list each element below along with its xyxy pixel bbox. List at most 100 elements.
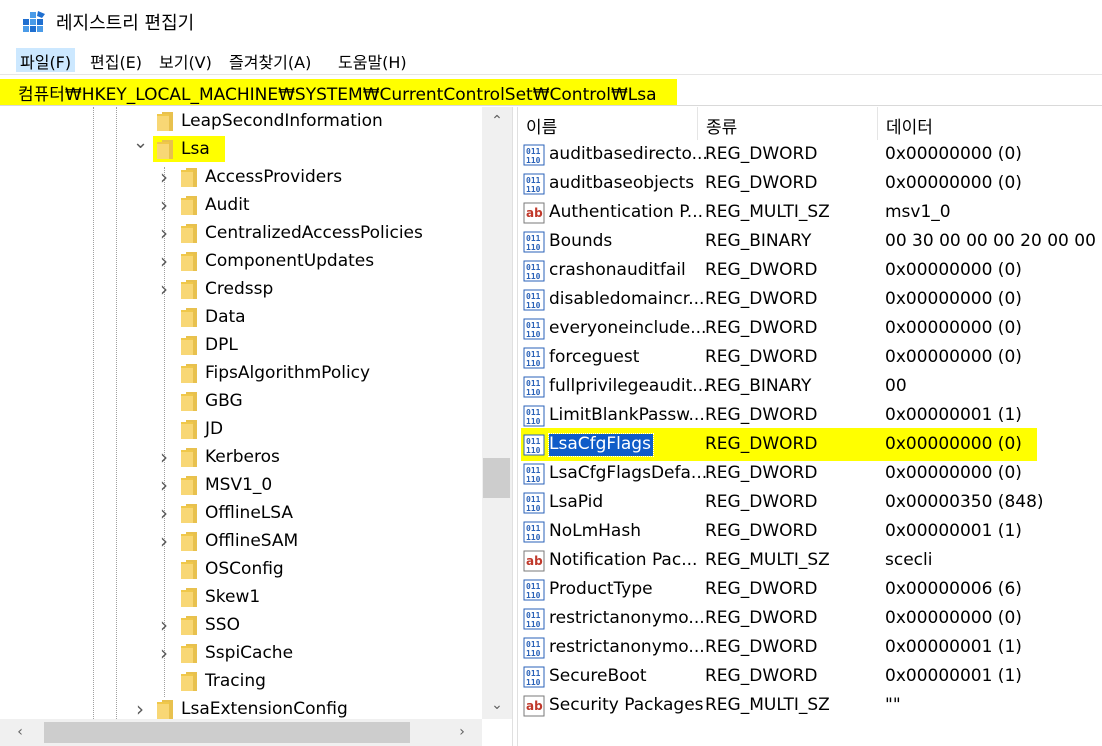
value-data: msv1_0: [885, 202, 951, 222]
scroll-up-icon[interactable]: ⌃: [482, 110, 512, 132]
value-row[interactable]: 011 110 auditbaseobjects REG_DWORD 0x0000000…: [518, 169, 1102, 198]
scroll-right-icon[interactable]: ›: [452, 721, 472, 743]
binary-value-icon: 011110: [523, 637, 545, 659]
scroll-down-icon[interactable]: ⌄: [482, 694, 512, 716]
menu-help[interactable]: 도움말(H): [334, 48, 411, 72]
chevron-right-icon[interactable]: ›: [157, 643, 171, 663]
value-row[interactable]: 011 110 SecureBoot REG_DWORD 0x00000001 (1): [518, 662, 1102, 691]
chevron-right-icon[interactable]: ›: [157, 279, 171, 299]
value-row[interactable]: 011 110 ProductType REG_DWORD 0x00000006 (6): [518, 575, 1102, 604]
value-data: 0x00000350 (848): [885, 492, 1044, 512]
tree-item[interactable]: › ComponentUpdates: [0, 248, 482, 276]
value-row[interactable]: 011 110 restrictanonymo... REG_DWORD 0x00000…: [518, 604, 1102, 633]
value-row[interactable]: 011 110 LsaPid REG_DWORD 0x00000350 (848): [518, 488, 1102, 517]
value-row[interactable]: 011 110 LsaCfgFlagsDefa... REG_DWORD 0x00000…: [518, 459, 1102, 488]
folder-icon: [181, 196, 197, 215]
binary-value-icon: 011110: [523, 492, 545, 514]
value-row[interactable]: 011 110 LimitBlankPassw... REG_DWORD 0x00000…: [518, 401, 1102, 430]
folder-icon: [181, 252, 197, 271]
value-row[interactable]: ab Authentication P... REG_MULTI_SZ msv1_0: [518, 198, 1102, 227]
svg-text:011: 011: [526, 263, 541, 272]
menu-edit[interactable]: 편집(E): [86, 48, 146, 72]
tree-item[interactable]: Skew1: [0, 584, 482, 612]
value-row[interactable]: ab Notification Pac... REG_MULTI_SZ scecli: [518, 546, 1102, 575]
chevron-right-icon[interactable]: ›: [157, 615, 171, 635]
list-header: 이름 종류 데이터: [518, 107, 1102, 140]
tree-item[interactable]: › MSV1_0: [0, 472, 482, 500]
value-type: REG_MULTI_SZ: [705, 550, 830, 570]
chevron-right-icon[interactable]: ›: [133, 699, 147, 719]
tree-item[interactable]: › SspiCache: [0, 640, 482, 668]
tree-item[interactable]: › AccessProviders: [0, 164, 482, 192]
tree-item-label: JD: [205, 419, 224, 439]
tree-item[interactable]: FipsAlgorithmPolicy: [0, 360, 482, 388]
tree-vertical-scrollbar[interactable]: ⌃ ⌄: [482, 107, 512, 719]
column-header-type[interactable]: 종류: [698, 107, 878, 140]
value-row[interactable]: 011 110 forceguest REG_DWORD 0x00000000 (0): [518, 343, 1102, 372]
binary-value-icon: 011110: [523, 347, 545, 369]
tree-item[interactable]: Data: [0, 304, 482, 332]
value-row[interactable]: 011 110 everyoneinclude... REG_DWORD 0x00000…: [518, 314, 1102, 343]
chevron-down-icon[interactable]: ⌄: [133, 134, 148, 152]
svg-text:110: 110: [526, 446, 541, 455]
tree-horizontal-scrollbar[interactable]: ‹ ›: [0, 719, 482, 746]
chevron-right-icon[interactable]: ›: [157, 195, 171, 215]
value-row[interactable]: 011 110 fullprivilegeaudit... REG_BINARY 00: [518, 372, 1102, 401]
tree-item-label: Tracing: [205, 671, 266, 691]
value-type: REG_DWORD: [705, 405, 818, 425]
tree-item-label: Data: [205, 307, 246, 327]
values-list-pane[interactable]: 이름 종류 데이터 011 110 auditbasedirecto... REG_D…: [518, 107, 1102, 746]
svg-text:110: 110: [526, 185, 541, 194]
value-row[interactable]: 011 110 disabledomaincr... REG_DWORD 0x00000…: [518, 285, 1102, 314]
menu-view[interactable]: 보기(V): [155, 48, 216, 72]
chevron-right-icon[interactable]: ›: [157, 167, 171, 187]
menu-favorites[interactable]: 즐겨찾기(A): [225, 48, 315, 72]
svg-text:011: 011: [526, 292, 541, 301]
key-tree-pane[interactable]: LeapSecondInformation ⌄ Lsa › AccessProvider…: [0, 107, 512, 746]
scroll-left-icon[interactable]: ‹: [10, 721, 30, 743]
tree-item-label: FipsAlgorithmPolicy: [205, 363, 371, 383]
tree-item[interactable]: ⌄ Lsa: [0, 134, 482, 164]
value-row[interactable]: 011 110 NoLmHash REG_DWORD 0x00000001 (1): [518, 517, 1102, 546]
value-row[interactable]: 011 110 auditbasedirecto... REG_DWORD 0x0000…: [518, 140, 1102, 169]
value-row[interactable]: 011 110 Bounds REG_BINARY 00 30 00 00 00 20 …: [518, 227, 1102, 256]
tree-item[interactable]: › OfflineLSA: [0, 500, 482, 528]
chevron-right-icon[interactable]: ›: [157, 251, 171, 271]
chevron-right-icon[interactable]: ›: [157, 503, 171, 523]
tree-item[interactable]: GBG: [0, 388, 482, 416]
value-row[interactable]: ab Security Packages REG_MULTI_SZ "": [518, 691, 1102, 720]
folder-icon: [181, 364, 197, 383]
tree-item[interactable]: JD: [0, 416, 482, 444]
value-row[interactable]: 011 110 crashonauditfail REG_DWORD 0x0000000…: [518, 256, 1102, 285]
tree-item[interactable]: Tracing: [0, 668, 482, 696]
tree-item[interactable]: › OfflineSAM: [0, 528, 482, 556]
address-path[interactable]: 컴퓨터₩HKEY_LOCAL_MACHINE₩SYSTEM₩CurrentCon…: [0, 79, 677, 105]
svg-text:110: 110: [526, 301, 541, 310]
svg-text:011: 011: [526, 466, 541, 475]
address-bar[interactable]: 컴퓨터₩HKEY_LOCAL_MACHINE₩SYSTEM₩CurrentCon…: [0, 74, 1102, 106]
chevron-right-icon[interactable]: ›: [157, 223, 171, 243]
chevron-right-icon[interactable]: ›: [157, 531, 171, 551]
chevron-right-icon[interactable]: ›: [157, 447, 171, 467]
scroll-thumb[interactable]: [483, 458, 510, 498]
tree-item[interactable]: › Kerberos: [0, 444, 482, 472]
tree-item[interactable]: › CentralizedAccessPolicies: [0, 220, 482, 248]
tree-item[interactable]: › Audit: [0, 192, 482, 220]
value-row[interactable]: 011 110 restrictanonymo... REG_DWORD 0x00000…: [518, 633, 1102, 662]
scroll-thumb[interactable]: [44, 722, 410, 743]
tree-item[interactable]: OSConfig: [0, 556, 482, 584]
value-data: 0x00000001 (1): [885, 666, 1022, 686]
tree-item[interactable]: › SSO: [0, 612, 482, 640]
chevron-right-icon[interactable]: ›: [157, 475, 171, 495]
menu-file[interactable]: 파일(F): [16, 48, 76, 72]
tree-item[interactable]: LeapSecondInformation: [0, 108, 482, 136]
value-data: 0x00000000 (0): [885, 260, 1022, 280]
column-header-data[interactable]: 데이터: [878, 107, 1102, 140]
binary-value-icon: 011110: [523, 173, 545, 195]
column-header-name[interactable]: 이름: [518, 107, 698, 140]
tree-item[interactable]: › Credssp: [0, 276, 482, 304]
svg-text:110: 110: [526, 620, 541, 629]
tree-item[interactable]: DPL: [0, 332, 482, 360]
value-row[interactable]: 011 110 LsaCfgFlags REG_DWORD 0x00000000 (0): [518, 428, 1102, 461]
value-data: "": [885, 695, 901, 715]
